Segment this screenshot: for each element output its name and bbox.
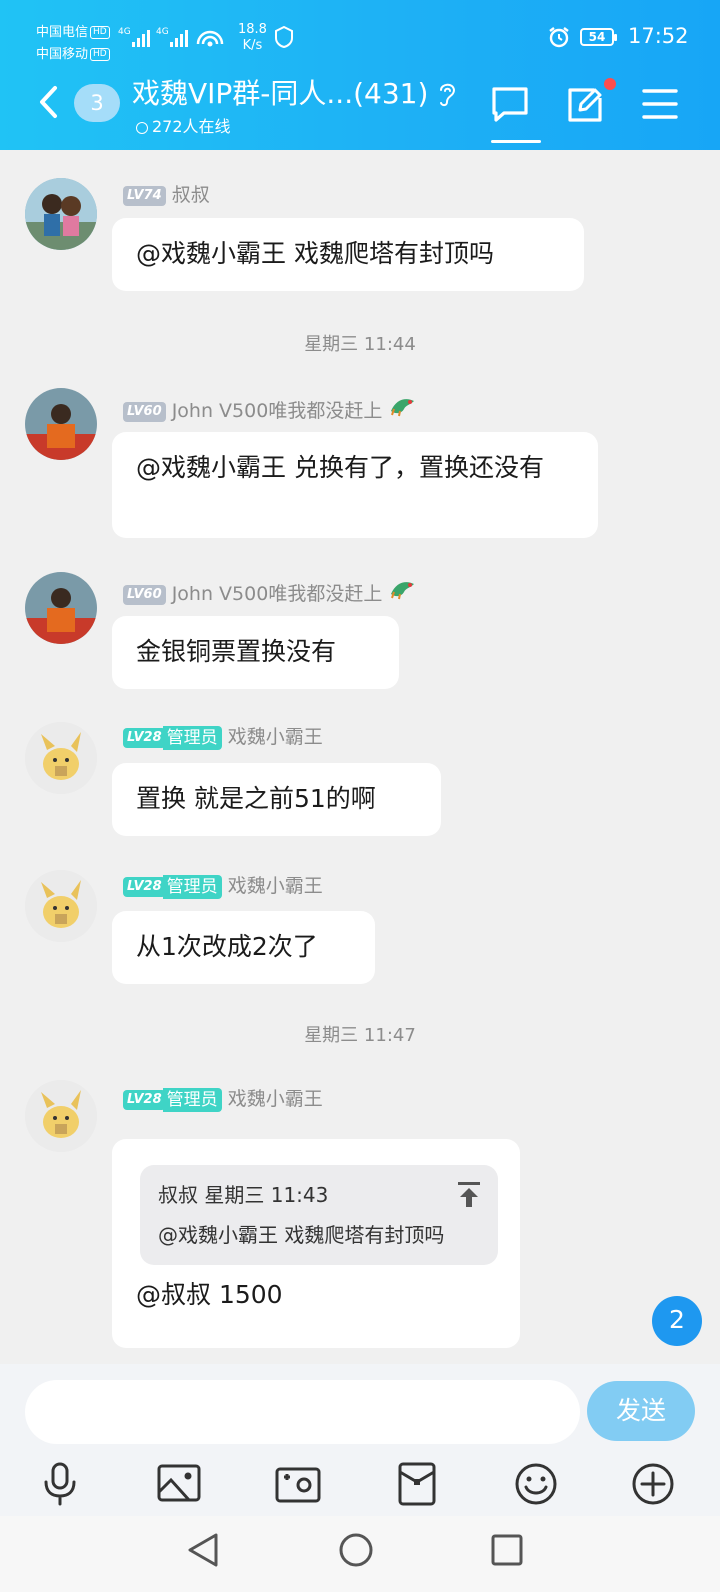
avatar[interactable] — [25, 572, 97, 644]
header: 中国电信HD 中国移动HD 4G 4G 18.8 K/s 54 17:52 — [0, 0, 720, 150]
admin-badge: 管理员 — [162, 875, 222, 899]
carrier-2: 中国移动 — [36, 47, 89, 62]
emoji-icon[interactable] — [512, 1460, 560, 1508]
hd-badge: HD — [90, 48, 110, 61]
speed-value: 18.8 — [238, 22, 267, 37]
online-text: 272人在线 — [152, 117, 231, 136]
jump-to-top-icon[interactable] — [458, 1181, 480, 1221]
network-speed: 18.8 K/s — [238, 22, 267, 54]
carrier-info: 中国电信 HD 中国移动 HD — [36, 22, 110, 66]
notification-dot — [604, 78, 616, 90]
message-bubble[interactable]: 置换 就是之前51的啊 — [112, 763, 441, 836]
recents-nav-icon[interactable] — [490, 1532, 524, 1572]
admin-badge: 管理员 — [162, 726, 222, 750]
level-badge: LV60 — [123, 585, 166, 605]
new-messages-badge[interactable]: 2 — [652, 1296, 702, 1346]
shield-icon — [274, 25, 294, 52]
group-title[interactable]: 戏魏VIP群-同人...(431) — [132, 72, 428, 112]
message-bubble[interactable]: 金银铜票置换没有 — [112, 616, 399, 689]
microphone-icon[interactable] — [36, 1460, 84, 1508]
sender-line: LV60 John V500唯我都没赶上 — [123, 576, 418, 606]
sender-line: LV28 管理员 戏魏小霸王 — [123, 871, 323, 899]
svg-text:4G: 4G — [118, 27, 131, 37]
sender-name[interactable]: 戏魏小霸王 — [228, 875, 323, 897]
message-input[interactable] — [25, 1380, 580, 1444]
online-icon — [136, 122, 148, 134]
carrier-1: 中国电信 — [36, 25, 89, 40]
sender-line: LV28 管理员 戏魏小霸王 — [123, 722, 323, 750]
image-icon[interactable] — [155, 1460, 203, 1508]
quote-text: @戏魏小霸王 戏魏爬塔有封顶吗 — [158, 1223, 445, 1247]
back-arrow-icon[interactable] — [36, 84, 60, 124]
message-bubble[interactable]: 从1次改成2次了 — [112, 911, 375, 984]
quoted-message[interactable]: 叔叔 星期三 11:43 @戏魏小霸王 戏魏爬塔有封顶吗 — [140, 1165, 498, 1265]
level-badge: LV74 — [123, 186, 166, 206]
avatar[interactable] — [25, 1080, 97, 1152]
avatar[interactable] — [25, 870, 97, 942]
sender-name[interactable]: John V500唯我都没赶上 — [172, 400, 383, 422]
avatar[interactable] — [25, 388, 97, 460]
timestamp: 星期三 11:44 — [304, 334, 416, 355]
sender-line: LV60 John V500唯我都没赶上 — [123, 393, 418, 423]
signal-icon: 4G 4G — [118, 27, 224, 47]
status-bar: 中国电信 HD 中国移动 HD 4G 4G 18.8 K/s 54 17:52 — [0, 0, 720, 70]
message-bubble[interactable]: @戏魏小霸王 兑换有了，置换还没有 — [112, 432, 598, 538]
speed-unit: K/s — [242, 38, 263, 53]
dragon-badge-icon — [388, 582, 418, 605]
level-badge: LV28 — [123, 877, 166, 897]
message-text: 从1次改成2次了 — [136, 932, 318, 961]
unread-count-badge[interactable]: 3 — [74, 84, 120, 122]
camera-icon[interactable] — [274, 1460, 322, 1508]
signal-icons: 4G 4G — [118, 24, 238, 54]
svg-text:4G: 4G — [156, 27, 169, 37]
battery-indicator: 54 — [580, 28, 617, 46]
sender-name[interactable]: 戏魏小霸王 — [228, 1088, 323, 1110]
active-tab-indicator — [491, 140, 541, 143]
sender-name[interactable]: 戏魏小霸王 — [228, 726, 323, 748]
system-nav-bar — [0, 1516, 720, 1592]
ear-icon[interactable] — [437, 80, 457, 112]
message-text: 金银铜票置换没有 — [136, 637, 337, 666]
input-bar: 发送 — [0, 1364, 720, 1516]
status-time: 17:52 — [628, 24, 689, 48]
message-text: @叔叔 1500 — [136, 1280, 283, 1309]
message-text: 置换 就是之前51的啊 — [136, 784, 376, 813]
plus-icon[interactable] — [629, 1460, 677, 1508]
sender-name[interactable]: 叔叔 — [172, 184, 210, 206]
quote-header: 叔叔 星期三 11:43 — [158, 1183, 329, 1207]
hd-badge: HD — [90, 26, 110, 39]
chat-icon[interactable] — [490, 84, 530, 128]
level-badge: LV28 — [123, 1090, 166, 1110]
sender-line: LV28 管理员 戏魏小霸王 — [123, 1084, 323, 1112]
red-packet-icon[interactable] — [393, 1460, 441, 1508]
sender-line: LV74 叔叔 — [123, 180, 210, 207]
avatar[interactable] — [25, 722, 97, 794]
timestamp: 星期三 11:47 — [304, 1025, 416, 1046]
send-button[interactable]: 发送 — [587, 1381, 695, 1441]
back-nav-icon[interactable] — [186, 1532, 220, 1572]
level-badge: LV28 — [123, 728, 166, 748]
menu-icon[interactable] — [642, 84, 678, 128]
alarm-icon — [548, 26, 570, 52]
home-nav-icon[interactable] — [338, 1532, 374, 1572]
edit-icon[interactable] — [566, 84, 606, 128]
online-count: 272人在线 — [136, 113, 231, 137]
message-text: @戏魏小霸王 兑换有了，置换还没有 — [136, 453, 544, 482]
admin-badge: 管理员 — [162, 1088, 222, 1112]
message-bubble[interactable]: @戏魏小霸王 戏魏爬塔有封顶吗 — [112, 218, 584, 291]
dragon-badge-icon — [388, 399, 418, 422]
avatar[interactable] — [25, 178, 97, 250]
level-badge: LV60 — [123, 402, 166, 422]
sender-name[interactable]: John V500唯我都没赶上 — [172, 583, 383, 605]
message-text: @戏魏小霸王 戏魏爬塔有封顶吗 — [136, 239, 494, 268]
message-bubble[interactable]: 叔叔 星期三 11:43 @戏魏小霸王 戏魏爬塔有封顶吗 @叔叔 1500 — [112, 1139, 520, 1348]
